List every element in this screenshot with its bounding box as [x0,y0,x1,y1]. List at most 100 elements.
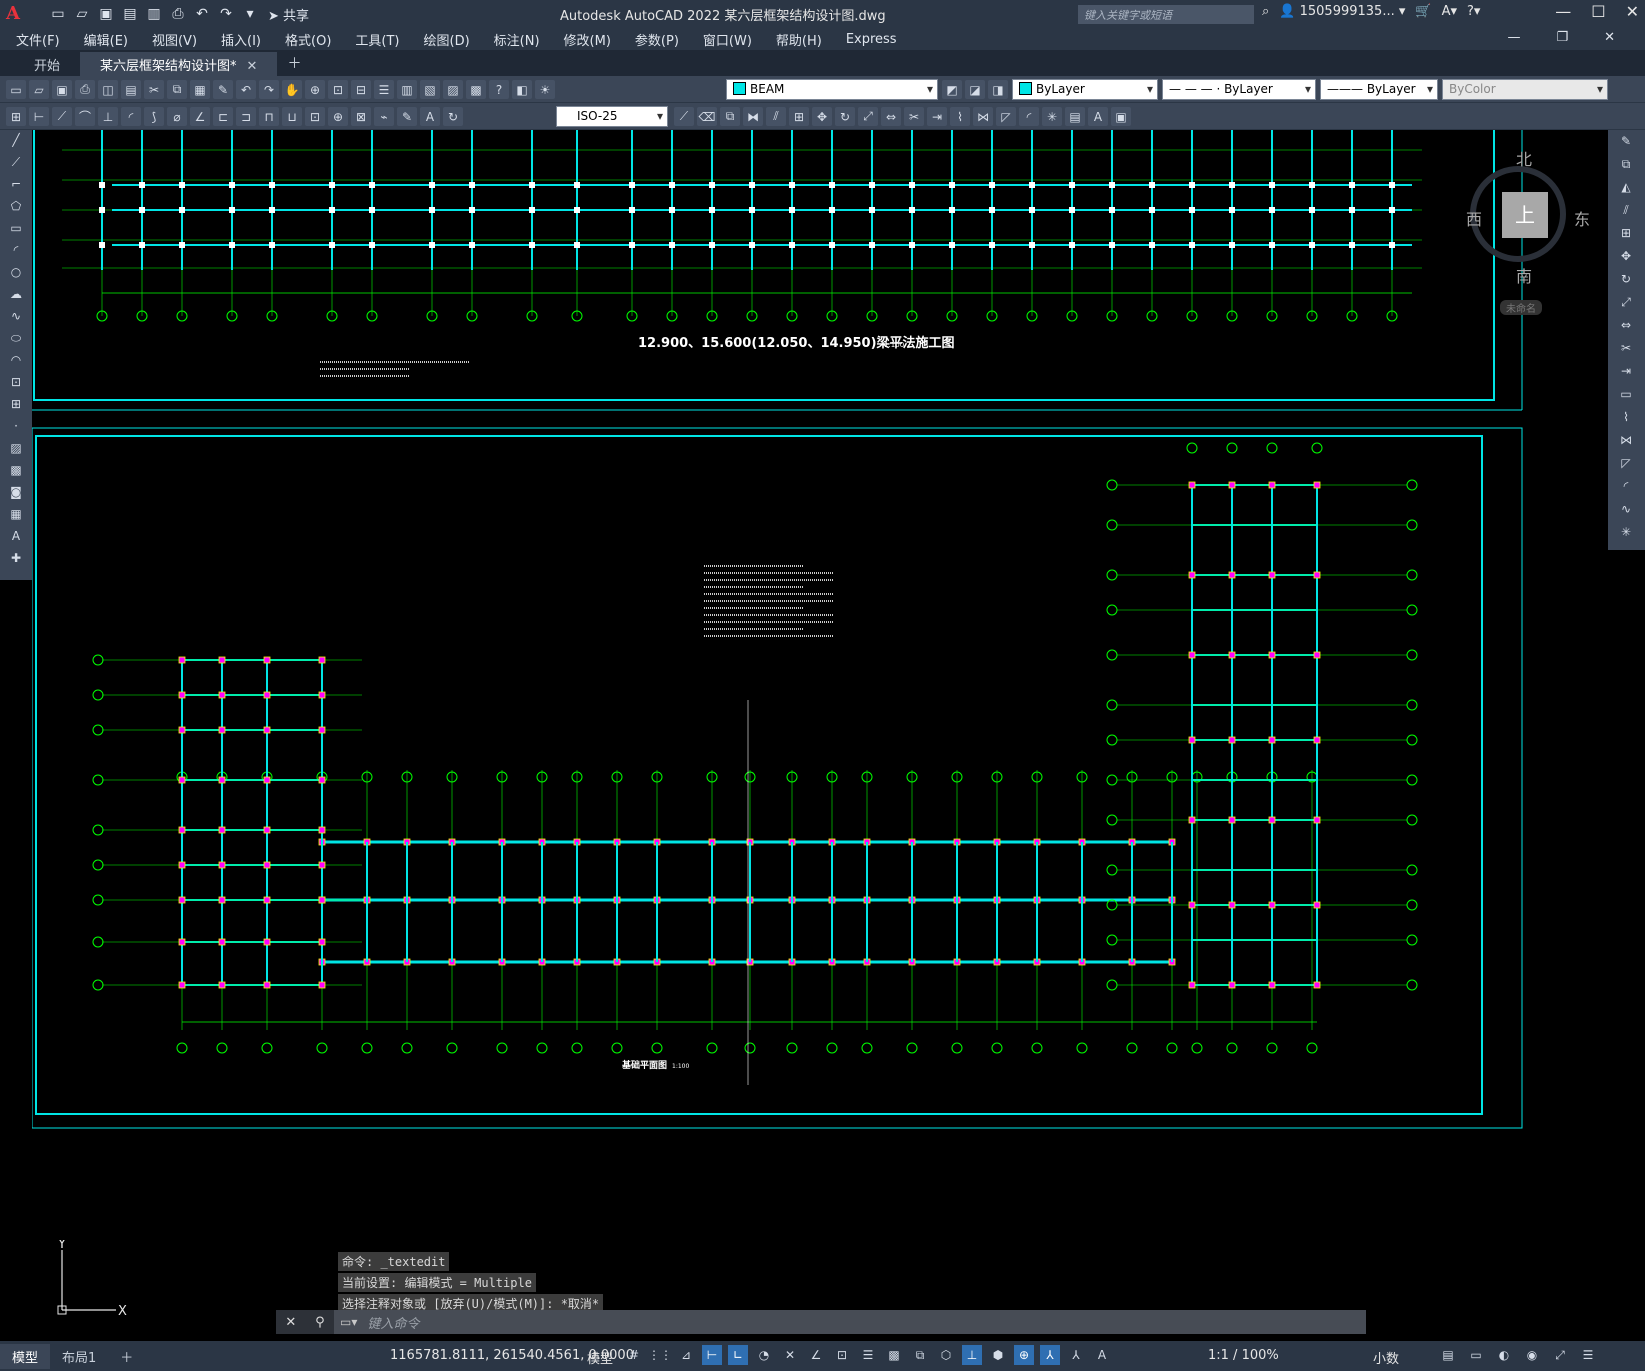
polygon-icon[interactable]: ⬠ [6,199,26,218]
line-icon[interactable]: ╱ [6,133,26,152]
match-properties-icon[interactable]: ✎ [213,80,233,99]
print-icon[interactable]: ⎙ [75,80,95,99]
join-icon[interactable]: ⋈ [973,107,993,126]
paste-icon[interactable]: ▦ [190,80,210,99]
search-input[interactable]: 键入关键字或短语 [1078,5,1254,24]
mirror-icon[interactable]: ⧓ [743,107,763,126]
dimstyle-dropdown[interactable]: ISO-25 [556,106,668,127]
object-snap-tracking-icon[interactable]: ∠ [806,1345,826,1365]
menu-insert[interactable]: 插入(I) [221,30,261,49]
clean-screen-icon[interactable]: ⤢ [1550,1345,1570,1365]
object-snap-icon[interactable]: ⊡ [832,1345,852,1365]
blend-icon[interactable]: ∿ [1616,502,1636,521]
annotation-visibility-icon[interactable]: ⅄ [1040,1345,1060,1365]
minimize-icon[interactable]: — [1555,2,1571,21]
polyline-icon[interactable]: ⌐ [6,177,26,196]
command-customize-icon[interactable]: ⚲ [315,1315,325,1330]
baseline-icon[interactable]: ⊏ [213,107,233,126]
construction-line-icon[interactable]: ⟋ [6,155,26,174]
circle-icon[interactable]: ○ [6,265,26,284]
menu-modify[interactable]: 修改(M) [564,30,611,49]
menu-express[interactable]: Express [846,32,897,47]
publish-icon[interactable]: ▤ [121,80,141,99]
doc-minimize-icon[interactable]: — [1507,30,1520,45]
hatch-icon[interactable]: ▨ [6,441,26,460]
explode-icon[interactable]: ✳ [1616,525,1636,544]
compass-west[interactable]: 西 [1466,206,1482,230]
rotate-icon[interactable]: ↻ [835,107,855,126]
gradient-icon[interactable]: ▩ [6,463,26,482]
dim-space-icon[interactable]: ⊓ [259,107,279,126]
break-point-icon[interactable]: ▭ [1616,387,1636,406]
save-as-icon[interactable]: ▤ [120,4,140,24]
radius-icon[interactable]: ◜ [121,107,141,126]
open-icon[interactable]: ▱ [29,80,49,99]
user-account[interactable]: 👤 1505999135... ▾ [1279,4,1405,19]
lock-ui-icon[interactable]: ▭ [1466,1345,1486,1365]
diameter-icon[interactable]: ⌀ [167,107,187,126]
stretch-icon[interactable]: ⇔ [881,107,901,126]
dynamic-ucs-icon[interactable]: ⊥ [962,1345,982,1365]
menu-tools[interactable]: 工具(T) [355,30,399,49]
fillet-icon[interactable]: ◜ [1019,107,1039,126]
menu-format[interactable]: 格式(O) [285,30,331,49]
mirror-icon[interactable]: ◭ [1616,180,1636,199]
jogged-linear-icon[interactable]: ⌁ [374,107,394,126]
snap-icon[interactable]: ⋮⋮ [648,1345,672,1365]
annotation-scale[interactable]: 1:1 / 100% [1208,1348,1279,1363]
quick-dim-icon[interactable]: ⊞ [6,107,26,126]
transparency-icon[interactable]: ▩ [884,1345,904,1365]
copy-obj-icon[interactable]: ⧉ [720,107,740,126]
zoom-realtime-icon[interactable]: ⊕ [305,80,325,99]
linear-dim-icon[interactable]: ⊢ [29,107,49,126]
zoom-window-icon[interactable]: ⊡ [328,80,348,99]
save-icon[interactable]: ▣ [52,80,72,99]
dimstyle-icon[interactable]: ⟋ [674,107,694,126]
layout-tab-layout1[interactable]: 布局1 [50,1344,108,1369]
close-icon[interactable]: ✕ [1626,2,1639,21]
linetype-dropdown[interactable]: — — — · ByLayer [1162,79,1316,100]
move-icon[interactable]: ✥ [1616,249,1636,268]
scale-icon[interactable]: ⤢ [858,107,878,126]
menu-file[interactable]: 文件(F) [16,30,60,49]
command-prompt-icon[interactable]: ▭▾ [340,1315,357,1329]
offset-icon[interactable]: ⫽ [1616,203,1636,222]
center-mark-icon[interactable]: ⊕ [328,107,348,126]
chamfer-icon[interactable]: ◸ [996,107,1016,126]
gizmo-icon[interactable]: ⊕ [1014,1345,1034,1365]
tab-drawing[interactable]: 某六层框架结构设计图* ✕ [80,52,278,76]
compass-east[interactable]: 东 [1574,206,1590,230]
ellipse-arc-icon[interactable]: ◠ [6,353,26,372]
trim-icon[interactable]: ✂ [904,107,924,126]
doc-restore-icon[interactable]: ❐ [1556,30,1568,45]
tolerance-icon[interactable]: ⊡ [305,107,325,126]
dim-edit-icon[interactable]: ✎ [397,107,417,126]
annotation-scale-icon[interactable]: A [1092,1345,1112,1365]
copy-icon[interactable]: ⧉ [1616,157,1636,176]
extend-icon[interactable]: ⇥ [1616,364,1636,383]
copy-icon[interactable]: ⧉ [167,80,187,99]
arc-length-icon[interactable]: ⌒ [75,107,95,126]
text-icon[interactable]: A [1088,107,1108,126]
dim-update-icon[interactable]: ↻ [443,107,463,126]
redo-icon[interactable]: ↷ [259,80,279,99]
print-icon[interactable]: ⎙ [168,4,188,24]
command-input[interactable]: 键入命令 [367,1313,419,1332]
model-space-toggle[interactable]: 模型 [587,1348,613,1367]
tab-start[interactable]: 开始 [14,52,80,76]
undo-icon[interactable]: ↶ [192,4,212,24]
menu-parametric[interactable]: 参数(P) [635,30,679,49]
break-icon[interactable]: ⌇ [1616,410,1636,429]
command-close-icon[interactable]: ✕ [285,1315,296,1330]
ortho-icon[interactable]: ∟ [728,1345,748,1365]
explode-icon[interactable]: ✳ [1042,107,1062,126]
lineweight-icon[interactable]: ☰ [858,1345,878,1365]
selection-cycling-icon[interactable]: ⧉ [910,1345,930,1365]
continue-icon[interactable]: ⊐ [236,107,256,126]
array-icon[interactable]: ⊞ [789,107,809,126]
customization-icon[interactable]: ☰ [1578,1345,1598,1365]
new-file-icon[interactable]: ▭ [48,4,68,24]
zoom-previous-icon[interactable]: ⊟ [351,80,371,99]
units-selector[interactable]: 小数 [1373,1348,1399,1367]
pan-icon[interactable]: ✋ [282,80,302,99]
